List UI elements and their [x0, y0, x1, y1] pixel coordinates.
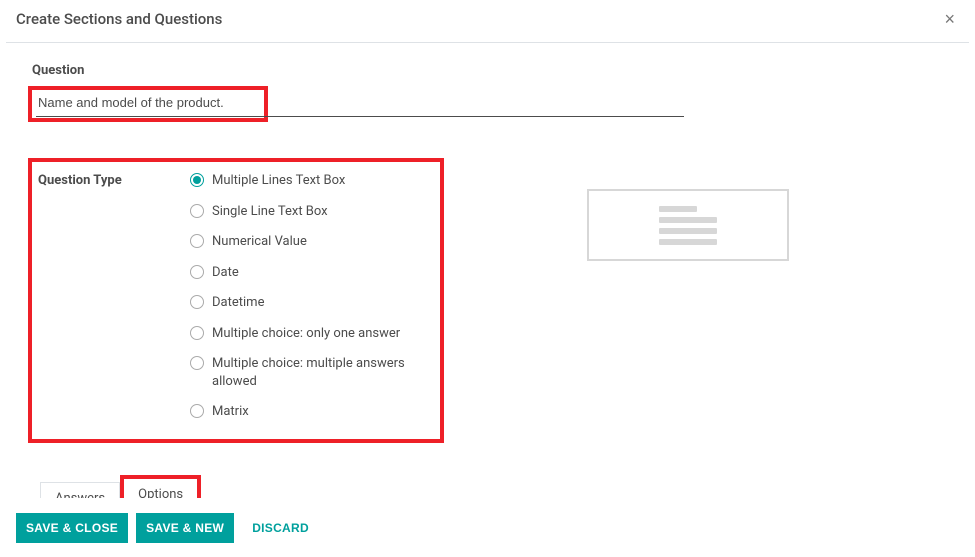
- radio-icon: [190, 204, 204, 218]
- radio-matrix[interactable]: Matrix: [190, 403, 422, 421]
- radio-mc-multi[interactable]: Multiple choice: multiple answers allowe…: [190, 355, 422, 390]
- save-close-button[interactable]: Save & Close: [16, 513, 128, 543]
- radio-mc-one[interactable]: Multiple choice: only one answer: [190, 325, 422, 343]
- radio-label: Multiple choice: multiple answers allowe…: [212, 355, 422, 390]
- radio-label: Multiple Lines Text Box: [212, 172, 345, 190]
- question-type-label: Question Type: [38, 172, 190, 188]
- tab-options[interactable]: Options: [124, 479, 197, 498]
- modal-title: Create Sections and Questions: [16, 10, 222, 28]
- radio-numerical[interactable]: Numerical Value: [190, 233, 422, 251]
- radio-label: Date: [212, 264, 239, 282]
- radio-icon: [190, 295, 204, 309]
- radio-date[interactable]: Date: [190, 264, 422, 282]
- tabs: Answers Options: [28, 475, 947, 498]
- radio-label: Single Line Text Box: [212, 203, 328, 221]
- radio-icon: [190, 356, 204, 370]
- close-button[interactable]: ×: [940, 10, 959, 28]
- modal-body[interactable]: Question Question Type Multiple Lines Te…: [0, 43, 975, 498]
- question-label: Question: [28, 63, 947, 78]
- radio-label: Numerical Value: [212, 233, 307, 251]
- question-type-block: Question Type Multiple Lines Text Box Si…: [28, 158, 444, 443]
- radio-datetime[interactable]: Datetime: [190, 294, 422, 312]
- discard-button[interactable]: Discard: [242, 513, 319, 543]
- question-input[interactable]: [36, 91, 684, 117]
- radio-icon: [190, 265, 204, 279]
- radio-label: Matrix: [212, 403, 249, 421]
- radio-multiple-lines[interactable]: Multiple Lines Text Box: [190, 172, 422, 190]
- radio-icon: [190, 234, 204, 248]
- radio-single-line[interactable]: Single Line Text Box: [190, 203, 422, 221]
- tab-answers[interactable]: Answers: [40, 482, 120, 498]
- preview-box: [587, 189, 789, 261]
- modal-header: Create Sections and Questions ×: [0, 0, 975, 42]
- question-type-options: Multiple Lines Text Box Single Line Text…: [190, 172, 422, 421]
- radio-label: Multiple choice: only one answer: [212, 325, 400, 343]
- tab-options-highlight: Options: [120, 475, 201, 498]
- radio-icon: [190, 326, 204, 340]
- save-new-button[interactable]: Save & New: [136, 513, 234, 543]
- radio-label: Datetime: [212, 294, 264, 312]
- radio-icon: [190, 173, 204, 187]
- radio-icon: [190, 404, 204, 418]
- text-lines-icon: [659, 206, 717, 245]
- footer: Save & Close Save & New Discard: [0, 499, 975, 557]
